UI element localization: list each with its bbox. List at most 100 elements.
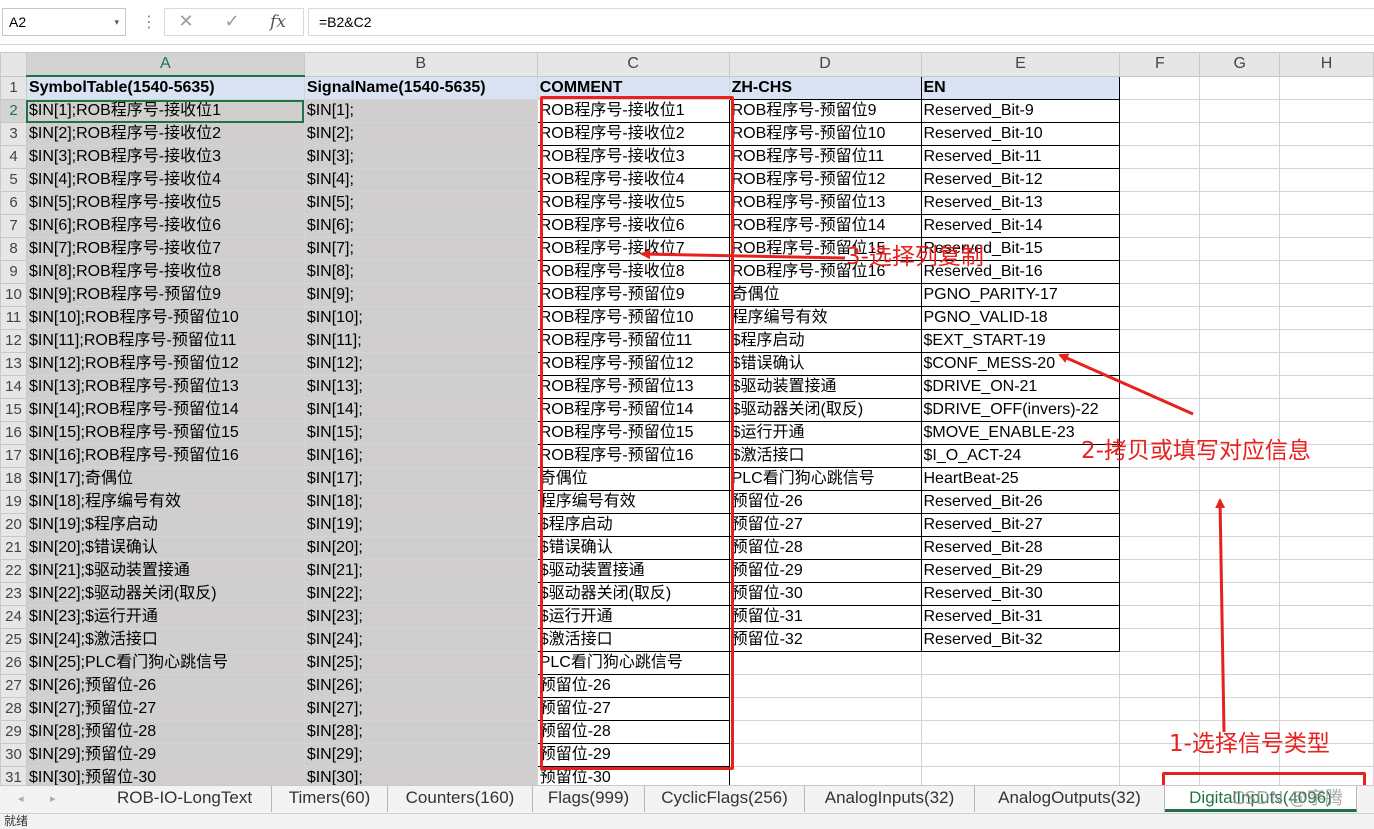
cell-d[interactable]: ZH-CHS	[728, 75, 922, 100]
cell-d[interactable]: 预留位-29	[728, 559, 922, 583]
cell-empty[interactable]	[1119, 122, 1201, 146]
cell-e[interactable]: $DRIVE_ON-21	[920, 375, 1121, 399]
cell-empty[interactable]	[1279, 375, 1374, 399]
row-header[interactable]: 2	[0, 99, 27, 123]
cell-empty[interactable]	[1279, 605, 1374, 629]
cell-a[interactable]: $IN[26];预留位-26	[25, 674, 305, 698]
cell-a[interactable]: $IN[25];PLC看门狗心跳信号	[25, 651, 305, 675]
cell-e[interactable]: Reserved_Bit-29	[920, 559, 1121, 583]
cell-b[interactable]: $IN[10];	[303, 306, 538, 330]
cell-empty[interactable]	[1279, 214, 1374, 238]
cell-empty[interactable]	[1199, 191, 1281, 215]
row-header[interactable]: 12	[0, 329, 27, 353]
cell-empty[interactable]	[1199, 329, 1281, 353]
cell-d[interactable]	[728, 697, 922, 721]
cell-empty[interactable]	[1119, 168, 1201, 192]
cell-e[interactable]	[920, 720, 1121, 744]
cell-a[interactable]: $IN[12];ROB程序号-预留位12	[25, 352, 305, 376]
cell-a[interactable]: $IN[10];ROB程序号-预留位10	[25, 306, 305, 330]
cell-b[interactable]: $IN[1];	[303, 99, 538, 123]
cell-b[interactable]: $IN[11];	[303, 329, 538, 353]
cell-e[interactable]: Reserved_Bit-30	[920, 582, 1121, 606]
cell-empty[interactable]	[1119, 75, 1201, 100]
cell-e[interactable]: $EXT_START-19	[920, 329, 1121, 353]
cell-d[interactable]: ROB程序号-预留位13	[728, 191, 922, 215]
row-header[interactable]: 20	[0, 513, 27, 537]
column-header-g[interactable]: G	[1199, 52, 1281, 77]
cell-e[interactable]: Reserved_Bit-27	[920, 513, 1121, 537]
cell-d[interactable]	[728, 674, 922, 698]
cell-e[interactable]: Reserved_Bit-9	[920, 99, 1121, 123]
row-header[interactable]: 15	[0, 398, 27, 422]
cell-empty[interactable]	[1279, 559, 1374, 583]
cell-empty[interactable]	[1199, 145, 1281, 169]
cell-empty[interactable]	[1279, 260, 1374, 284]
cell-b[interactable]: $IN[21];	[303, 559, 538, 583]
cell-empty[interactable]	[1119, 582, 1201, 606]
cell-b[interactable]: $IN[23];	[303, 605, 538, 629]
cell-d[interactable]: ROB程序号-预留位11	[728, 145, 922, 169]
row-header[interactable]: 8	[0, 237, 27, 261]
cell-empty[interactable]	[1279, 283, 1374, 307]
scroll-tabs-left-icon[interactable]: ◂	[18, 786, 24, 812]
cell-empty[interactable]	[1199, 306, 1281, 330]
cell-b[interactable]: $IN[8];	[303, 260, 538, 284]
cell-empty[interactable]	[1279, 582, 1374, 606]
row-header[interactable]: 19	[0, 490, 27, 514]
cell-b[interactable]: $IN[29];	[303, 743, 538, 767]
select-all-corner[interactable]	[0, 52, 27, 77]
sheet-tab[interactable]: Flags(999)	[533, 786, 645, 812]
cell-b[interactable]: $IN[7];	[303, 237, 538, 261]
sheet-tab[interactable]: CyclicFlags(256)	[645, 786, 805, 812]
cell-empty[interactable]	[1199, 398, 1281, 422]
row-header[interactable]: 22	[0, 559, 27, 583]
sheet-tab[interactable]: AnalogInputs(32)	[805, 786, 975, 812]
cell-empty[interactable]	[1119, 674, 1201, 698]
cell-empty[interactable]	[1199, 628, 1281, 652]
cell-e[interactable]: Reserved_Bit-10	[920, 122, 1121, 146]
cell-a[interactable]: $IN[15];ROB程序号-预留位15	[25, 421, 305, 445]
cell-a[interactable]: $IN[13];ROB程序号-预留位13	[25, 375, 305, 399]
cell-empty[interactable]	[1279, 352, 1374, 376]
cell-e[interactable]	[920, 697, 1121, 721]
cell-empty[interactable]	[1199, 375, 1281, 399]
cell-empty[interactable]	[1279, 122, 1374, 146]
cell-d[interactable]: $错误确认	[728, 352, 922, 376]
cell-empty[interactable]	[1199, 75, 1281, 100]
column-header-f[interactable]: F	[1119, 52, 1201, 77]
cell-b[interactable]: $IN[18];	[303, 490, 538, 514]
row-header[interactable]: 26	[0, 651, 27, 675]
cell-empty[interactable]	[1279, 651, 1374, 675]
row-header[interactable]: 18	[0, 467, 27, 491]
cell-empty[interactable]	[1199, 283, 1281, 307]
cell-empty[interactable]	[1119, 605, 1201, 629]
cell-empty[interactable]	[1279, 697, 1374, 721]
cell-e[interactable]: Reserved_Bit-31	[920, 605, 1121, 629]
cell-d[interactable]: ROB程序号-预留位12	[728, 168, 922, 192]
insert-function-icon[interactable]: fx	[265, 9, 291, 35]
cell-empty[interactable]	[1119, 352, 1201, 376]
cell-empty[interactable]	[1199, 697, 1281, 721]
cell-empty[interactable]	[1119, 99, 1201, 123]
cell-empty[interactable]	[1199, 168, 1281, 192]
cell-empty[interactable]	[1199, 513, 1281, 537]
cell-d[interactable]: ROB程序号-预留位10	[728, 122, 922, 146]
cell-d[interactable]: $程序启动	[728, 329, 922, 353]
cell-e[interactable]: $DRIVE_OFF(invers)-22	[920, 398, 1121, 422]
cell-empty[interactable]	[1119, 651, 1201, 675]
cell-a[interactable]: $IN[20];$错误确认	[25, 536, 305, 560]
cell-d[interactable]: $驱动器关闭(取反)	[728, 398, 922, 422]
cell-b[interactable]: $IN[14];	[303, 398, 538, 422]
cell-b[interactable]: $IN[19];	[303, 513, 538, 537]
row-header[interactable]: 6	[0, 191, 27, 215]
cell-b[interactable]: $IN[5];	[303, 191, 538, 215]
row-header[interactable]: 3	[0, 122, 27, 146]
cell-empty[interactable]	[1119, 260, 1201, 284]
cell-empty[interactable]	[1199, 214, 1281, 238]
cell-empty[interactable]	[1199, 467, 1281, 491]
cell-empty[interactable]	[1119, 283, 1201, 307]
cell-e[interactable]: Reserved_Bit-11	[920, 145, 1121, 169]
cell-a[interactable]: $IN[7];ROB程序号-接收位7	[25, 237, 305, 261]
cell-empty[interactable]	[1199, 582, 1281, 606]
cell-b[interactable]: $IN[6];	[303, 214, 538, 238]
